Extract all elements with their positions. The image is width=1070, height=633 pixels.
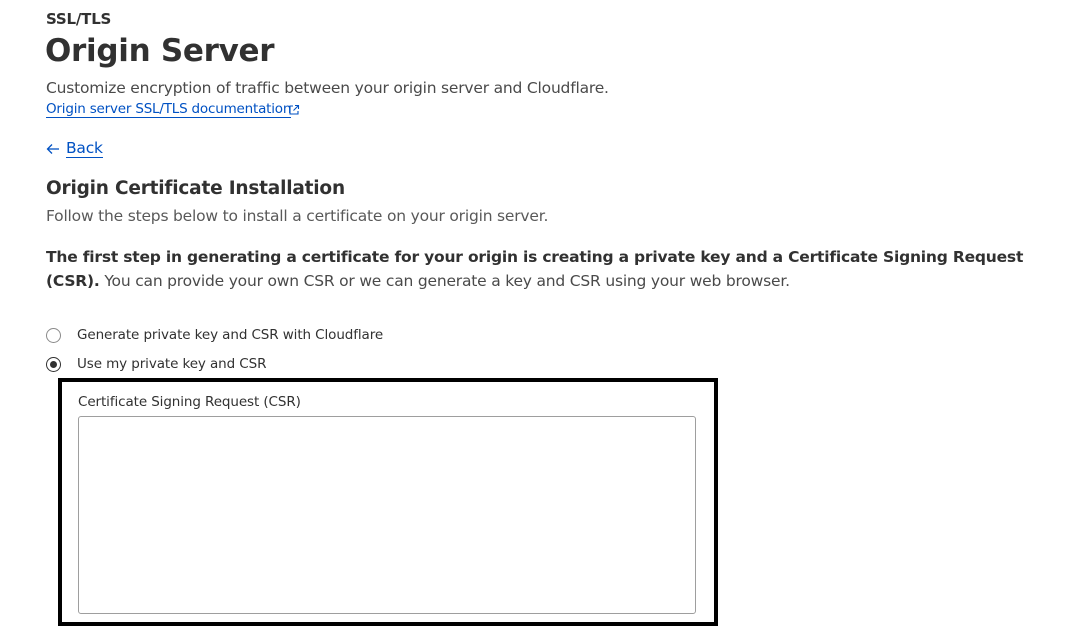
radio-use-my-own-csr[interactable] (46, 356, 61, 372)
back-label: Back (66, 139, 103, 158)
origin-server-page: SSL/TLS Origin Server Customize encrypti… (0, 0, 1070, 633)
option-label: Use my private key and CSR (77, 356, 267, 372)
external-link-icon[interactable] (288, 104, 300, 116)
section-title: Origin Certificate Installation (46, 178, 345, 199)
option-label: Generate private key and CSR with Cloudf… (77, 327, 384, 343)
page-title: Origin Server (45, 33, 275, 69)
csr-explanation: The first step in generating a certifica… (46, 245, 1046, 293)
breadcrumb: SSL/TLS (46, 10, 112, 28)
csr-field-label: Certificate Signing Request (CSR) (78, 394, 301, 410)
documentation-link[interactable]: Origin server SSL/TLS documentation (46, 101, 291, 118)
arrow-left-icon (46, 143, 59, 154)
option-generate-with-cloudflare[interactable]: Generate private key and CSR with Cloudf… (46, 327, 383, 343)
radio-generate-with-cloudflare[interactable] (46, 327, 61, 343)
section-description: Follow the steps below to install a cert… (46, 207, 549, 225)
back-link[interactable]: Back (46, 139, 103, 158)
csr-explanation-rest: You can provide your own CSR or we can g… (99, 272, 790, 290)
page-subtitle: Customize encryption of traffic between … (46, 79, 609, 97)
csr-textarea[interactable] (78, 416, 696, 614)
option-use-my-own-csr[interactable]: Use my private key and CSR (46, 356, 266, 372)
